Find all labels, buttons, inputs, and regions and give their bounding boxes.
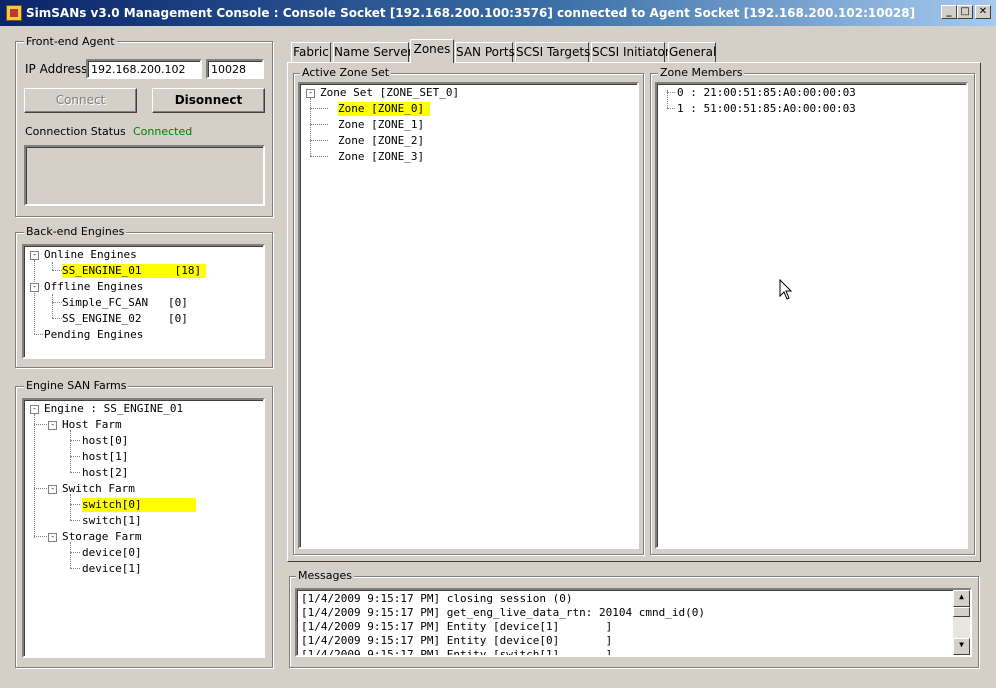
collapse-switch-farm-icon[interactable]: -: [48, 485, 57, 494]
collapse-zone-set-icon[interactable]: -: [306, 89, 315, 98]
device-node[interactable]: device[0]: [82, 546, 142, 560]
engine-root-node[interactable]: Engine : SS_ENGINE_01: [44, 402, 183, 416]
messages-log[interactable]: [1/4/2009 9:15:17 PM] closing session (0…: [295, 588, 972, 657]
tab-scsi-initiators[interactable]: SCSI Initiators: [591, 42, 676, 62]
connection-status-value: Connected: [133, 125, 193, 138]
san-farms-label: Engine SAN Farms: [24, 379, 129, 392]
zone-node[interactable]: Zone [ZONE_2]: [338, 134, 424, 148]
connection-status-label: Connection Status: [25, 125, 126, 138]
engine-node-selected[interactable]: SS_ENGINE_01 [18]: [62, 264, 206, 278]
tab-zones[interactable]: Zones: [410, 39, 454, 63]
scroll-thumb[interactable]: [953, 607, 970, 617]
zone-set-tree[interactable]: - Zone Set [ZONE_SET_0] Zone [ZONE_0] Zo…: [298, 82, 639, 549]
collapse-storage-farm-icon[interactable]: -: [48, 533, 57, 542]
collapse-offline-icon[interactable]: -: [30, 283, 39, 292]
tab-fabric[interactable]: Fabric: [291, 42, 331, 62]
messages-scrollbar[interactable]: ▲ ▼: [953, 590, 970, 655]
zone-members-label: Zone Members: [658, 66, 745, 79]
host-node[interactable]: host[2]: [82, 466, 128, 480]
status-details-box: [24, 145, 265, 206]
message-line: [1/4/2009 9:15:17 PM] Entity [device[0] …: [301, 634, 613, 647]
zone-set-node[interactable]: Zone Set [ZONE_SET_0]: [320, 86, 459, 100]
zone-member-node[interactable]: 1 : 51:00:51:85:A0:00:00:03: [677, 102, 856, 116]
app-icon[interactable]: [6, 5, 22, 21]
collapse-online-icon[interactable]: -: [30, 251, 39, 260]
tab-scsi-targets[interactable]: SCSI Targets: [515, 42, 590, 62]
engine-node[interactable]: SS_ENGINE_02 [0]: [62, 312, 188, 326]
title-bar[interactable]: SimSANs v3.0 Management Console : Consol…: [0, 0, 996, 26]
zone-node[interactable]: Zone [ZONE_3]: [338, 150, 424, 164]
pending-engines-node[interactable]: Pending Engines: [44, 328, 143, 342]
minimize-button[interactable]: _: [941, 5, 957, 19]
offline-engines-node[interactable]: Offline Engines: [44, 280, 143, 294]
switch-node-selected[interactable]: switch[0]: [82, 498, 196, 512]
zone-members-tree[interactable]: 0 : 21:00:51:85:A0:00:00:03 1 : 51:00:51…: [655, 82, 968, 549]
switch-node[interactable]: switch[1]: [82, 514, 142, 528]
collapse-engine-icon[interactable]: -: [30, 405, 39, 414]
san-farms-tree[interactable]: - - - - Engine : SS_ENGINE_01 Host Farm …: [22, 398, 265, 658]
scroll-up-arrow-icon[interactable]: ▲: [953, 590, 970, 607]
mouse-cursor-icon: [779, 279, 793, 300]
maximize-button[interactable]: □: [957, 5, 973, 19]
engines-tree[interactable]: - - Online Engines SS_ENGINE_01 [18] Off…: [22, 244, 265, 359]
device-node[interactable]: device[1]: [82, 562, 142, 576]
connect-button[interactable]: Connect: [24, 88, 137, 113]
message-line: [1/4/2009 9:15:17 PM] Entity [switch[1] …: [301, 648, 613, 657]
host-node[interactable]: host[1]: [82, 450, 128, 464]
collapse-host-farm-icon[interactable]: -: [48, 421, 57, 430]
host-farm-node[interactable]: Host Farm: [62, 418, 122, 432]
tab-general[interactable]: General: [668, 42, 716, 62]
message-line: [1/4/2009 9:15:17 PM] get_eng_live_data_…: [301, 606, 705, 619]
engine-node[interactable]: Simple_FC_SAN [0]: [62, 296, 188, 310]
scroll-down-arrow-icon[interactable]: ▼: [953, 638, 970, 655]
zone-node[interactable]: Zone [ZONE_1]: [338, 118, 424, 132]
host-node[interactable]: host[0]: [82, 434, 128, 448]
port-input[interactable]: [206, 59, 264, 79]
message-line: [1/4/2009 9:15:17 PM] Entity [device[1] …: [301, 620, 613, 633]
frontend-agent-label: Front-end Agent: [24, 35, 117, 48]
message-line: [1/4/2009 9:15:17 PM] closing session (0…: [301, 592, 573, 605]
switch-farm-node[interactable]: Switch Farm: [62, 482, 135, 496]
storage-farm-node[interactable]: Storage Farm: [62, 530, 141, 544]
online-engines-node[interactable]: Online Engines: [44, 248, 137, 262]
backend-engines-label: Back-end Engines: [24, 225, 127, 238]
ip-address-label: IP Address: [25, 62, 88, 76]
close-button[interactable]: ✕: [975, 5, 991, 19]
zone-member-node[interactable]: 0 : 21:00:51:85:A0:00:00:03: [677, 86, 856, 100]
zone-node-selected[interactable]: Zone [ZONE_0]: [338, 102, 430, 116]
window-title: SimSANs v3.0 Management Console : Consol…: [26, 6, 916, 20]
tab-san-ports[interactable]: SAN Ports: [455, 42, 515, 62]
tab-name-servers[interactable]: Name Servers: [333, 42, 419, 62]
active-zone-set-label: Active Zone Set: [300, 66, 392, 79]
messages-label: Messages: [296, 569, 354, 582]
disconnect-button[interactable]: Disonnect: [152, 88, 265, 113]
ip-address-input[interactable]: [86, 59, 202, 79]
